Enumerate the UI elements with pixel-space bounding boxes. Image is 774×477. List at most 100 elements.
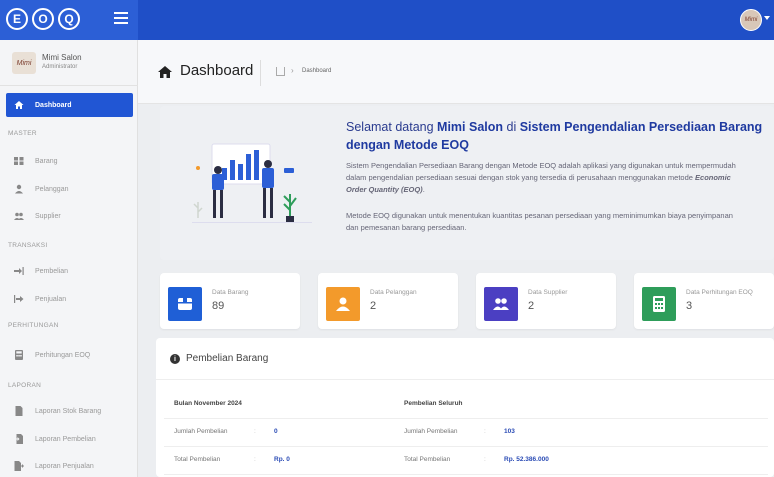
stat-tile xyxy=(168,287,202,321)
pembelian-panel: i Pembelian Barang Bulan November 2024 P… xyxy=(156,338,774,477)
welcome-banner: Selamat datang Mimi Salon di Sistem Peng… xyxy=(160,106,774,260)
brand-logo[interactable]: E O Q xyxy=(0,0,138,40)
stat-tile xyxy=(484,287,518,321)
user-role: Administrator xyxy=(42,64,78,70)
box-icon xyxy=(178,298,192,310)
table-header-month: Bulan November 2024 xyxy=(174,400,242,407)
info-icon: i xyxy=(170,354,180,364)
sidebar-item-label: Supplier xyxy=(35,212,61,220)
sidebar-item-supplier[interactable]: Supplier xyxy=(14,208,61,224)
stat-value: 3 xyxy=(686,300,693,312)
row-label: Jumlah Pembelian xyxy=(174,428,228,435)
sidebar-item-penjualan[interactable]: Penjualan xyxy=(14,291,66,307)
sidebar-item-label: Barang xyxy=(35,157,58,165)
stat-tile xyxy=(326,287,360,321)
welcome-description-text: Sistem Pengendalian Persediaan Barang de… xyxy=(346,161,736,182)
sidebar-item-dashboard-content[interactable]: Dashboard xyxy=(14,97,72,113)
stat-value: 2 xyxy=(370,300,377,312)
welcome-eoq-note: Metode EOQ digunakan untuk menentukan ku… xyxy=(346,211,733,232)
brand-letter-e: E xyxy=(6,8,28,30)
section-transaksi: TRANSAKSI xyxy=(8,242,48,249)
file-icon xyxy=(15,406,23,416)
salon-logo: Mimi xyxy=(12,52,36,74)
welcome-description: Sistem Pengendalian Persediaan Barang de… xyxy=(346,160,746,196)
sidebar-item-label: Laporan Pembelian xyxy=(35,435,96,443)
page-title: Dashboard xyxy=(180,62,254,79)
stat-card-supplier[interactable]: Data Supplier 2 xyxy=(476,273,616,329)
brand-letter-q: Q xyxy=(58,8,80,30)
calculator-icon xyxy=(653,296,665,312)
page-header: Dashboard › Dashboard xyxy=(138,40,774,104)
caret-down-icon[interactable] xyxy=(764,16,770,20)
sidebar-item-laporan-pembelian[interactable]: Laporan Pembelian xyxy=(14,431,96,447)
sidebar-item-label: Laporan Penjualan xyxy=(35,462,94,470)
table-row: Jumlah Pembelian : 0 Jumlah Pembelian : … xyxy=(164,419,768,447)
row-label: Total Pembelian xyxy=(404,456,451,463)
hamburger-menu-icon[interactable] xyxy=(114,12,128,24)
sidebar: Mimi Mimi Salon Administrator Dashboard … xyxy=(0,40,138,477)
welcome-description-end: . xyxy=(422,185,425,194)
row-colon: : xyxy=(484,428,486,435)
welcome-title-prefix: Selamat datang xyxy=(346,120,438,134)
welcome-title-name: Mimi Salon xyxy=(437,120,504,134)
user-avatar[interactable]: Mimi xyxy=(740,9,762,31)
row-label: Jumlah Pembelian xyxy=(404,428,458,435)
sidebar-item-label: Pelanggan xyxy=(35,185,69,193)
home-icon xyxy=(158,66,172,78)
brand-letter-o: O xyxy=(32,8,54,30)
sidebar-item-barang[interactable]: Barang xyxy=(14,153,58,169)
sidebar-item-label: Dashboard xyxy=(35,101,72,109)
sidebar-item-label: Laporan Stok Barang xyxy=(35,407,102,415)
panel-title: Pembelian Barang xyxy=(186,353,269,364)
stat-value: 2 xyxy=(528,300,535,312)
welcome-title: Selamat datang Mimi Salon di Sistem Peng… xyxy=(346,118,766,154)
sidebar-item-laporan-stok-barang[interactable]: Laporan Stok Barang xyxy=(14,403,101,419)
grid-icon xyxy=(14,157,24,165)
stat-card-barang[interactable]: Data Barang 89 xyxy=(160,273,300,329)
breadcrumb-chevron-icon: › xyxy=(291,66,294,75)
sidebar-item-pelanggan[interactable]: Pelanggan xyxy=(14,181,68,197)
stat-title: Data Barang xyxy=(212,289,249,296)
row-colon: : xyxy=(254,428,256,435)
stat-title: Data Perhitungan EOQ xyxy=(686,289,753,296)
sidebar-item-perhitungan-eoq[interactable]: Perhitungan EOQ xyxy=(14,347,90,363)
sidebar-item-label: Perhitungan EOQ xyxy=(35,351,91,359)
sidebar-item-pembelian[interactable]: Pembelian xyxy=(14,263,68,279)
section-laporan: LAPORAN xyxy=(8,382,42,389)
breadcrumb-home-icon[interactable] xyxy=(276,67,285,76)
user-icon xyxy=(15,184,23,194)
table-header-overall: Pembelian Seluruh xyxy=(404,400,463,407)
row-value: 0 xyxy=(274,428,278,435)
section-perhitungan: PERHITUNGAN xyxy=(8,322,59,329)
header-divider xyxy=(260,60,261,86)
row-colon: : xyxy=(254,456,256,463)
welcome-title-mid: di xyxy=(503,120,520,134)
row-value: 103 xyxy=(504,428,515,435)
main-content: Dashboard › Dashboard Selamat datang Mim… xyxy=(138,40,774,477)
row-colon: : xyxy=(484,456,486,463)
sidebar-item-label: Penjualan xyxy=(35,295,67,303)
sign-out-icon xyxy=(14,295,24,303)
sidebar-item-laporan-penjualan[interactable]: Laporan Penjualan xyxy=(14,458,94,474)
user-icon xyxy=(336,297,350,311)
sign-in-icon xyxy=(14,267,24,275)
stat-card-pelanggan[interactable]: Data Pelanggan 2 xyxy=(318,273,458,329)
section-master: MASTER xyxy=(8,130,37,137)
file-import-icon xyxy=(14,434,23,444)
panel-header: i Pembelian Barang xyxy=(156,338,774,380)
table-header-row: Bulan November 2024 Pembelian Seluruh xyxy=(164,391,768,419)
dashboard-illustration xyxy=(192,143,312,223)
user-name: Mimi Salon xyxy=(42,53,82,62)
users-icon xyxy=(493,298,509,310)
user-panel: Mimi Mimi Salon Administrator xyxy=(0,40,138,86)
table-row: Total Pembelian : Rp. 0 Total Pembelian … xyxy=(164,447,768,475)
stat-card-perhitungan-eoq[interactable]: Data Perhitungan EOQ 3 xyxy=(634,273,774,329)
sidebar-item-label: Pembelian xyxy=(35,267,69,275)
home-icon xyxy=(14,101,24,109)
stat-title: Data Supplier xyxy=(528,289,568,296)
file-export-icon xyxy=(14,461,24,471)
top-navbar: E O Q Mimi xyxy=(0,0,774,40)
stat-tile xyxy=(642,287,676,321)
row-value: Rp. 0 xyxy=(274,456,290,463)
row-value: Rp. 52.386.000 xyxy=(504,456,549,463)
